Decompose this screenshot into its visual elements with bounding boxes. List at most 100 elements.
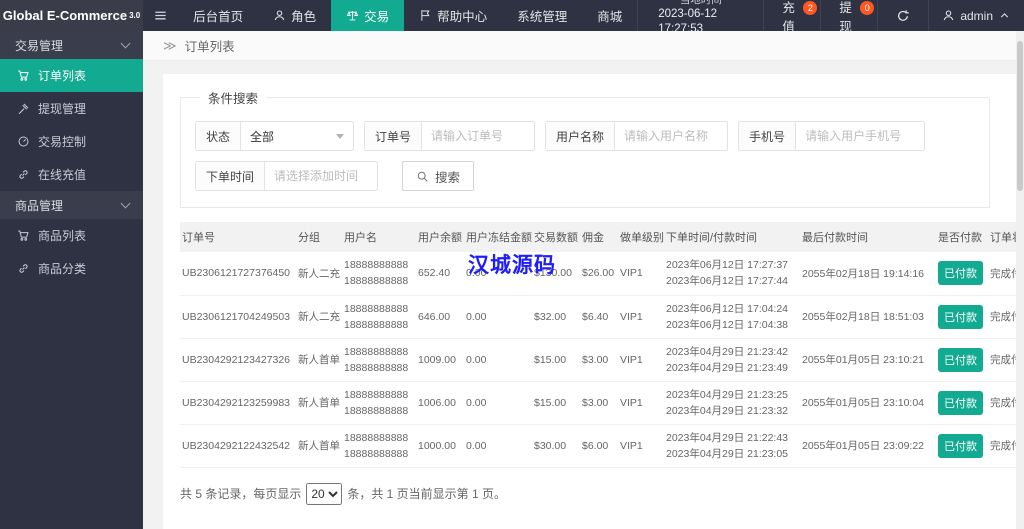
withdraw-button[interactable]: 提现 0 [821,0,879,34]
cell-work-level: VIP1 [618,381,664,425]
user-menu[interactable]: admin [929,0,1024,31]
phone-filter: 手机号 [738,121,926,151]
order-no-input[interactable] [422,122,535,150]
order-time-input[interactable] [265,162,378,190]
local-time-label: 当地时间 [680,0,722,7]
refresh-icon [898,9,910,21]
cell-last-pay-time: 2055年02月18日 18:51:03 [800,295,936,339]
recharge-button[interactable]: 充值 2 [764,0,822,34]
order-time-filter: 下单时间 [195,161,379,191]
cell-username: 18888888888 18888888888 [342,424,416,468]
withdraw-badge: 0 [860,1,875,15]
cell-order-no: UB2306121727376450 [180,252,296,296]
cell-trade-amount: $15.00 [532,381,580,425]
link-icon [19,264,28,273]
nav-label: 后台首页 [193,10,244,24]
nav-item-help-center[interactable]: 帮助中心 [404,0,502,31]
cell-last-pay-time: 2055年01月05日 23:10:04 [800,381,936,425]
cell-order-pay-time: 2023年04月29日 21:22:43 2023年04月29日 21:23:05 [664,424,800,468]
cell-order-pay-time: 2023年06月12日 17:27:37 2023年06月12日 17:27:44 [664,252,800,296]
orders-table-head: 订单号 分组 用户名 用户余额 用户冻结金额 交易数额 佣金 做单级别 下单时间/付款时间 最后付… [180,222,1024,252]
app-title: Global E-Commerce [2,8,128,23]
username: admin [960,8,993,23]
gavel-icon [18,103,29,115]
cell-commission: $3.00 [580,381,618,425]
pagination: 共 5 条记录，每页显示 20 条，共 1 页当前显示第 1 页。 [180,482,1024,505]
paid-badge: 已付款 [938,390,983,415]
column-header-group: 分组 [296,222,342,252]
cell-paid-status: 已付款 [936,381,988,425]
filter-legend: 条件搜索 [208,92,259,106]
cell-commission: $6.00 [580,424,618,468]
orders-table-body: UB2306121727376450 新人二充 18888888888 1888888… [180,252,1024,468]
scrollbar-thumb[interactable] [1017,41,1023,191]
nav-item-mall[interactable]: 商城 [582,0,637,31]
orders-table: 订单号 分组 用户名 用户余额 用户冻结金额 交易数额 佣金 做单级别 下单时间/付款时间 最后付… [180,222,1024,468]
main-content: ≫ 订单列表 条件搜索 状态 全部 订单号 请输入订单号 用户名称 请输入用户名… [143,31,1024,529]
chevron-down-icon [120,198,131,208]
nav-item-system[interactable]: 系统管理 [502,0,582,31]
vertical-scrollbar[interactable] [1016,31,1024,529]
status-select[interactable]: 全部 [241,122,353,150]
cell-frozen-amount: 0.00 [464,381,532,425]
search-button-label: 搜索 [435,170,461,185]
top-bar-right: 当地时间 2023-06-12 17:27:53 充值 2 提现 0 admin [637,0,1024,35]
cell-last-pay-time: 2055年02月18日 19:14:16 [800,252,936,296]
breadcrumb-current: 订单列表 [184,40,235,54]
cell-balance: 646.00 [416,295,464,339]
status-selected-value: 全部 [250,129,275,144]
nav-label: 角色 [291,10,317,24]
sidebar-item-online-recharge[interactable]: 在线充值 [0,158,143,191]
cell-order-pay-time: 2023年04月29日 21:23:25 2023年04月29日 21:23:32 [664,381,800,425]
refresh-button[interactable] [878,0,930,31]
status-label: 状态 [196,122,242,150]
sidebar-group-product-management[interactable]: 商品管理 [0,191,143,219]
paid-badge: 已付款 [938,261,983,286]
nav-item-dashboard[interactable]: 后台首页 [178,0,258,31]
nav-label: 商城 [597,10,623,24]
hamburger-menu-icon[interactable] [143,0,178,31]
recharge-label: 充值 [782,0,795,34]
withdraw-label: 提现 [839,0,852,34]
cell-order-no: UB2304292123259983 [180,381,296,425]
page-size-select[interactable]: 20 [306,482,343,505]
breadcrumb-separator-icon: ≫ [163,37,177,53]
sidebar-group-trade-management[interactable]: 交易管理 [0,31,143,59]
sidebar-item-trade-control[interactable]: 交易控制 [0,125,143,158]
app-version: 3.0 [129,11,141,20]
sidebar-item-withdraw-management[interactable]: 提现管理 [0,92,143,125]
app-logo[interactable]: Global E-Commerce 3.0 [0,0,143,31]
cell-trade-amount: $32.00 [532,295,580,339]
sidebar-item-label: 商品列表 [38,229,87,243]
cell-last-pay-time: 2055年01月05日 23:10:21 [800,338,936,382]
cell-group: 新人首单 [296,381,342,425]
order-no-label: 订单号 [365,122,423,150]
user-name-input[interactable] [615,122,728,150]
phone-input[interactable] [796,122,925,150]
sidebar-item-product-category[interactable]: 商品分类 [0,252,143,285]
cell-trade-amount: $15.00 [532,338,580,382]
orders-table-wrap: 订单号 分组 用户名 用户余额 用户冻结金额 交易数额 佣金 做单级别 下单时间/付款时间 最后付… [180,222,1024,468]
sidebar-group-label: 商品管理 [15,198,64,213]
table-row: UB2306121704249503 新人二充 18888888888 1888888… [180,295,1024,339]
cart-icon [18,70,29,81]
nav-item-trade[interactable]: 交易 [331,0,405,31]
nav-item-roles[interactable]: 角色 [258,0,331,31]
search-filter-panel: 条件搜索 状态 全部 订单号 用户名称 [180,88,990,208]
column-header-balance: 用户余额 [416,222,464,252]
cell-work-level: VIP1 [618,252,664,296]
sidebar-item-product-list[interactable]: 商品列表 [0,219,143,252]
search-icon [417,171,428,182]
pagination-prefix: 共 5 条记录，每页显示 [180,487,302,501]
sidebar-item-label: 商品分类 [38,262,87,276]
cell-order-no: UB2306121704249503 [180,295,296,339]
sidebar-item-order-list[interactable]: 订单列表 [0,59,143,92]
local-time: 当地时间 2023-06-12 17:27:53 [637,0,765,35]
cell-paid-status: 已付款 [936,424,988,468]
nav-label: 交易 [364,10,390,24]
cell-username: 18888888888 18888888888 [342,252,416,296]
cell-group: 新人首单 [296,338,342,382]
search-button[interactable]: 搜索 [402,161,475,191]
cell-trade-amount: $130.00 [532,252,580,296]
cell-username: 18888888888 18888888888 [342,381,416,425]
